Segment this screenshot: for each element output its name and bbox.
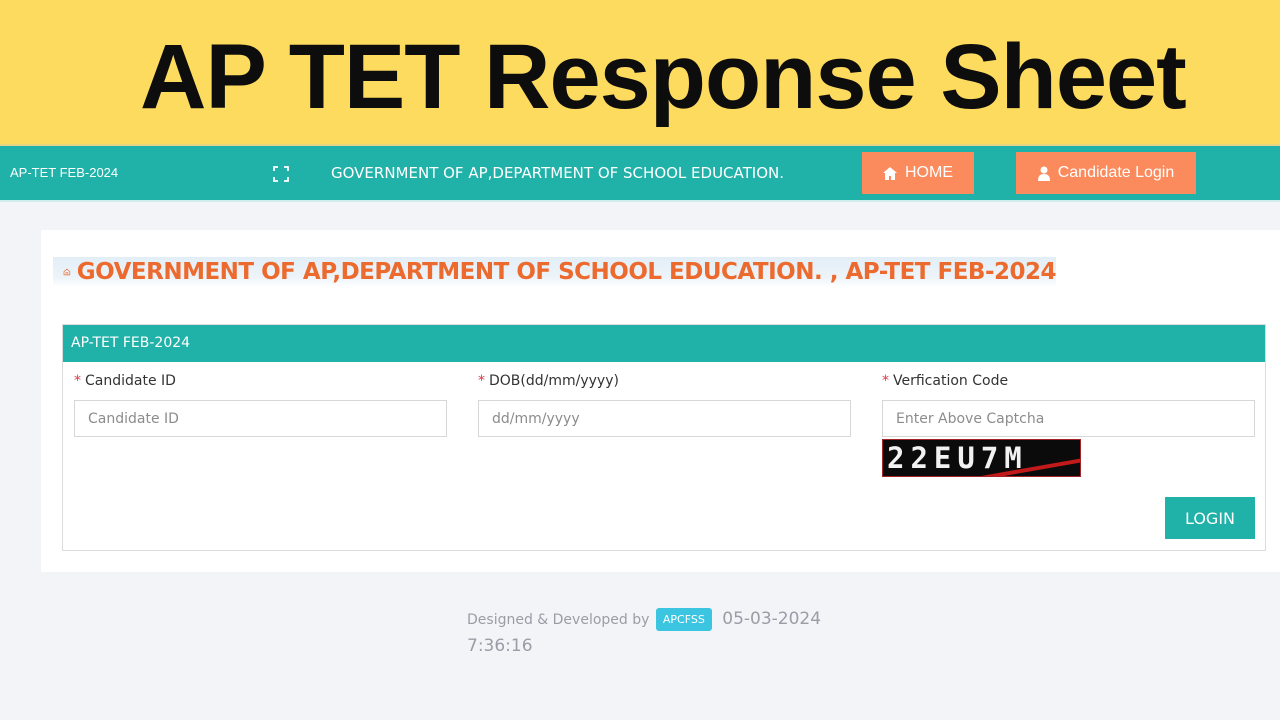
home-button[interactable]: HOME bbox=[862, 152, 974, 194]
required-mark: * bbox=[478, 373, 485, 389]
captcha-image: 22EU7M bbox=[882, 439, 1081, 477]
apcfss-badge[interactable]: APCFSS bbox=[655, 608, 712, 631]
verification-code-field: *Verfication Code 22EU7M bbox=[882, 373, 1255, 477]
required-mark: * bbox=[882, 373, 889, 389]
home-outline-icon bbox=[63, 268, 71, 276]
dob-label: * DOB(dd/mm/yyyy) bbox=[478, 373, 851, 389]
dob-input[interactable] bbox=[478, 400, 851, 437]
login-card: GOVERNMENT OF AP,DEPARTMENT OF SCHOOL ED… bbox=[41, 230, 1280, 572]
login-panel: AP-TET FEB-2024 *Candidate ID *DOB(dd/mm… bbox=[62, 324, 1266, 551]
navbar: AP-TET FEB-2024 GOVERNMENT OF AP,DEPARTM… bbox=[0, 144, 1280, 202]
dob-field: * DOB(dd/mm/yyyy) bbox=[478, 373, 851, 437]
candidate-id-label: * Candidate ID bbox=[74, 373, 447, 389]
candidate-login-label: Candidate Login bbox=[1057, 164, 1175, 181]
label-text: Candidate ID bbox=[85, 373, 176, 389]
panel-title: AP-TET FEB-2024 bbox=[63, 325, 1265, 362]
page-headline: GOVERNMENT OF AP,DEPARTMENT OF SCHOOL ED… bbox=[53, 257, 1057, 287]
home-label: HOME bbox=[905, 164, 953, 181]
designed-by-text: Designed & Developed by bbox=[467, 612, 650, 628]
footer-date: 05-03-2024 bbox=[722, 609, 822, 629]
label-text: DOB(dd/mm/yyyy) bbox=[489, 373, 619, 389]
candidate-login-button[interactable]: Candidate Login bbox=[1016, 152, 1196, 194]
login-button[interactable]: LOGIN bbox=[1165, 497, 1255, 539]
banner-title: AP TET Response Sheet bbox=[140, 26, 1187, 128]
footer-time: 7:36:16 bbox=[467, 636, 533, 656]
user-icon bbox=[1037, 166, 1050, 181]
verification-code-label: * Verfication Code bbox=[882, 373, 1255, 389]
home-icon bbox=[883, 166, 897, 180]
candidate-id-field: * Candidate ID bbox=[74, 373, 447, 437]
footer: Designed & Developed by APCFSS 05-03-202… bbox=[467, 606, 827, 660]
headline-text: GOVERNMENT OF AP,DEPARTMENT OF SCHOOL ED… bbox=[76, 259, 1057, 285]
captcha-text: 22EU7M bbox=[887, 441, 1028, 475]
candidate-id-input[interactable] bbox=[74, 400, 447, 437]
label-text: Verfication Code bbox=[893, 373, 1009, 389]
department-title: GOVERNMENT OF AP,DEPARTMENT OF SCHOOL ED… bbox=[331, 164, 785, 182]
required-mark: * bbox=[74, 373, 81, 389]
brand[interactable]: AP-TET FEB-2024 bbox=[10, 165, 118, 180]
expand-icon[interactable] bbox=[273, 166, 289, 182]
captcha-input[interactable] bbox=[882, 400, 1255, 437]
banner: AP TET Response Sheet bbox=[0, 0, 1280, 144]
